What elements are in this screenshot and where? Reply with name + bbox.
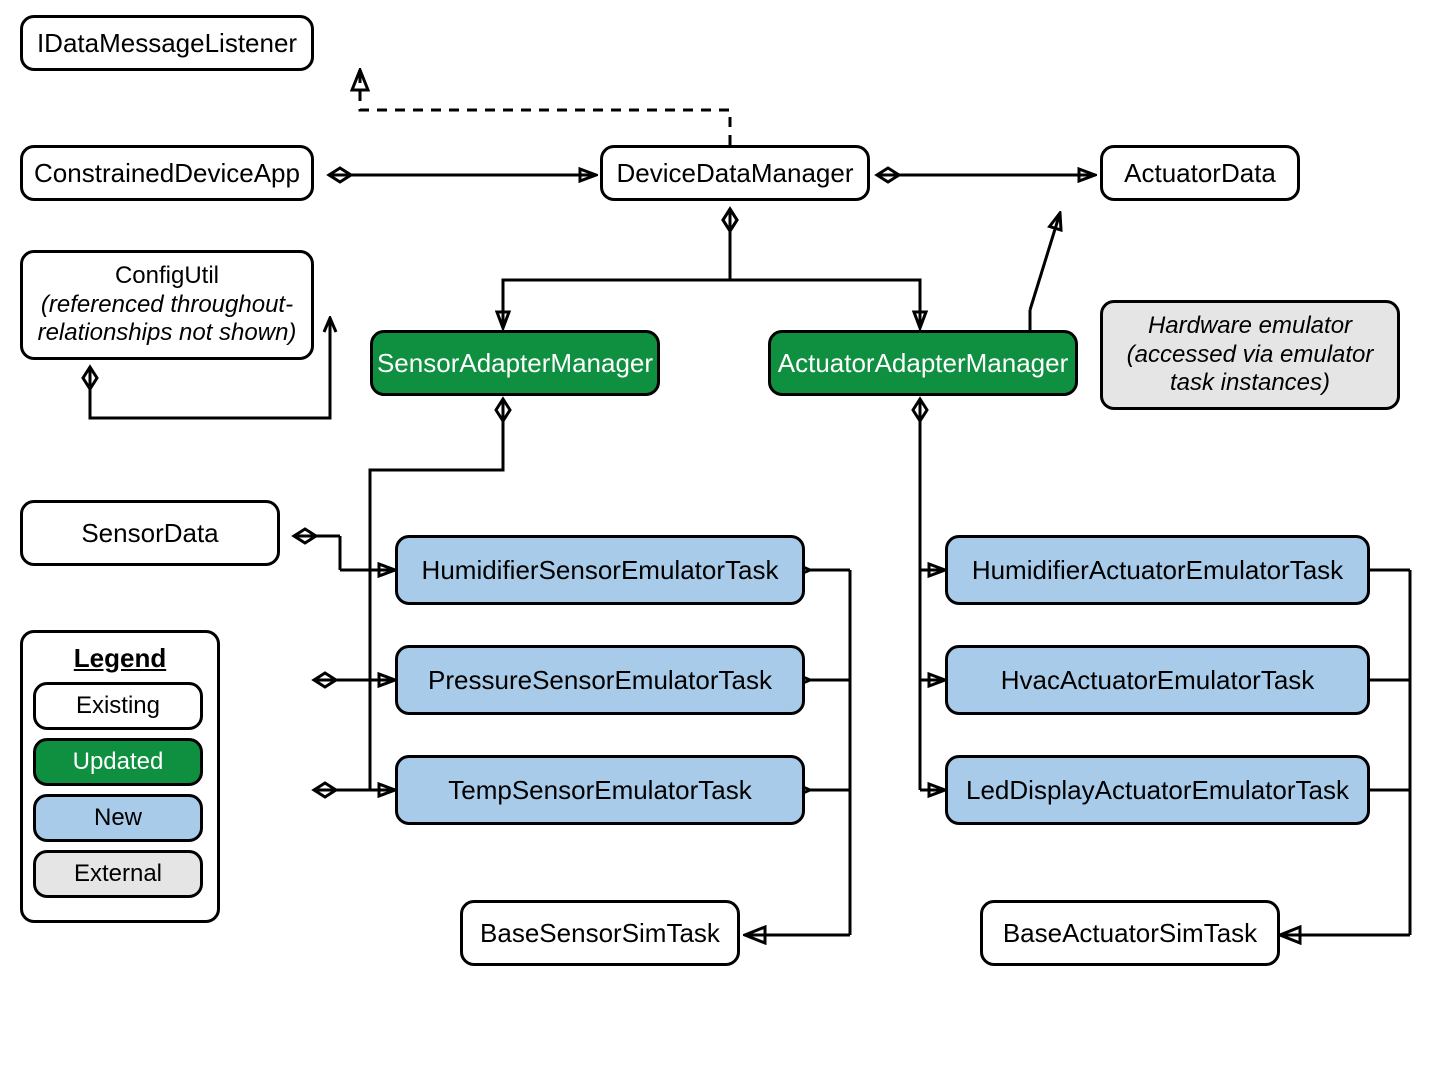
legend-new: New xyxy=(33,794,203,842)
class-label: ActuatorAdapterManager xyxy=(778,348,1069,379)
class-hvacactuatoremulatortask: HvacActuatorEmulatorTask xyxy=(945,645,1370,715)
class-humidifiersensoremulatortask: HumidifierSensorEmulatorTask xyxy=(395,535,805,605)
class-leddisplayactuatoremulatortask: LedDisplayActuatorEmulatorTask xyxy=(945,755,1370,825)
node-hardware-emulator: Hardware emulator (accessed via emulator… xyxy=(1100,300,1400,410)
class-label: SensorData xyxy=(81,518,218,549)
class-configutil: ConfigUtil (referenced throughout- relat… xyxy=(20,250,314,360)
class-label: IDataMessageListener xyxy=(37,28,297,59)
class-note-line2: relationships not shown) xyxy=(38,319,297,348)
class-label: HumidifierSensorEmulatorTask xyxy=(422,555,779,586)
class-note-line2: task instances) xyxy=(1170,369,1330,398)
class-label: PressureSensorEmulatorTask xyxy=(428,665,772,696)
class-tempsensoremulatortask: TempSensorEmulatorTask xyxy=(395,755,805,825)
class-devicedatamanager: DeviceDataManager xyxy=(600,145,870,201)
class-label: ConfigUtil xyxy=(115,262,219,291)
class-pressuresensoremulatortask: PressureSensorEmulatorTask xyxy=(395,645,805,715)
class-label: SensorAdapterManager xyxy=(377,348,653,379)
legend-external: External xyxy=(33,850,203,898)
class-actuatoradaptermanager: ActuatorAdapterManager xyxy=(768,330,1078,396)
class-baseactuatorsimtask: BaseActuatorSimTask xyxy=(980,900,1280,966)
class-note-line1: (accessed via emulator xyxy=(1127,341,1374,370)
class-sensordata: SensorData xyxy=(20,500,280,566)
class-label: BaseSensorSimTask xyxy=(480,918,720,949)
class-constraineddeviceapp: ConstrainedDeviceApp xyxy=(20,145,314,201)
class-label: HumidifierActuatorEmulatorTask xyxy=(972,555,1343,586)
class-label: ConstrainedDeviceApp xyxy=(34,158,300,189)
class-label: HvacActuatorEmulatorTask xyxy=(1001,665,1315,696)
class-label: TempSensorEmulatorTask xyxy=(448,775,751,806)
class-label: Hardware emulator xyxy=(1148,312,1352,341)
class-actuatordata: ActuatorData xyxy=(1100,145,1300,201)
class-basesensorsimtask: BaseSensorSimTask xyxy=(460,900,740,966)
class-humidifieractuatoremulatortask: HumidifierActuatorEmulatorTask xyxy=(945,535,1370,605)
legend-title: Legend xyxy=(33,643,207,674)
legend-existing: Existing xyxy=(33,682,203,730)
class-label: LedDisplayActuatorEmulatorTask xyxy=(966,775,1349,806)
class-label: ActuatorData xyxy=(1124,158,1276,189)
class-idatamessagelistener: IDataMessageListener xyxy=(20,15,314,71)
class-sensoradaptermanager: SensorAdapterManager xyxy=(370,330,660,396)
class-label: DeviceDataManager xyxy=(617,158,854,189)
legend-updated: Updated xyxy=(33,738,203,786)
class-label: BaseActuatorSimTask xyxy=(1003,918,1257,949)
legend-panel: Legend Existing Updated New External xyxy=(20,630,220,923)
class-note-line1: (referenced throughout- xyxy=(41,291,293,320)
